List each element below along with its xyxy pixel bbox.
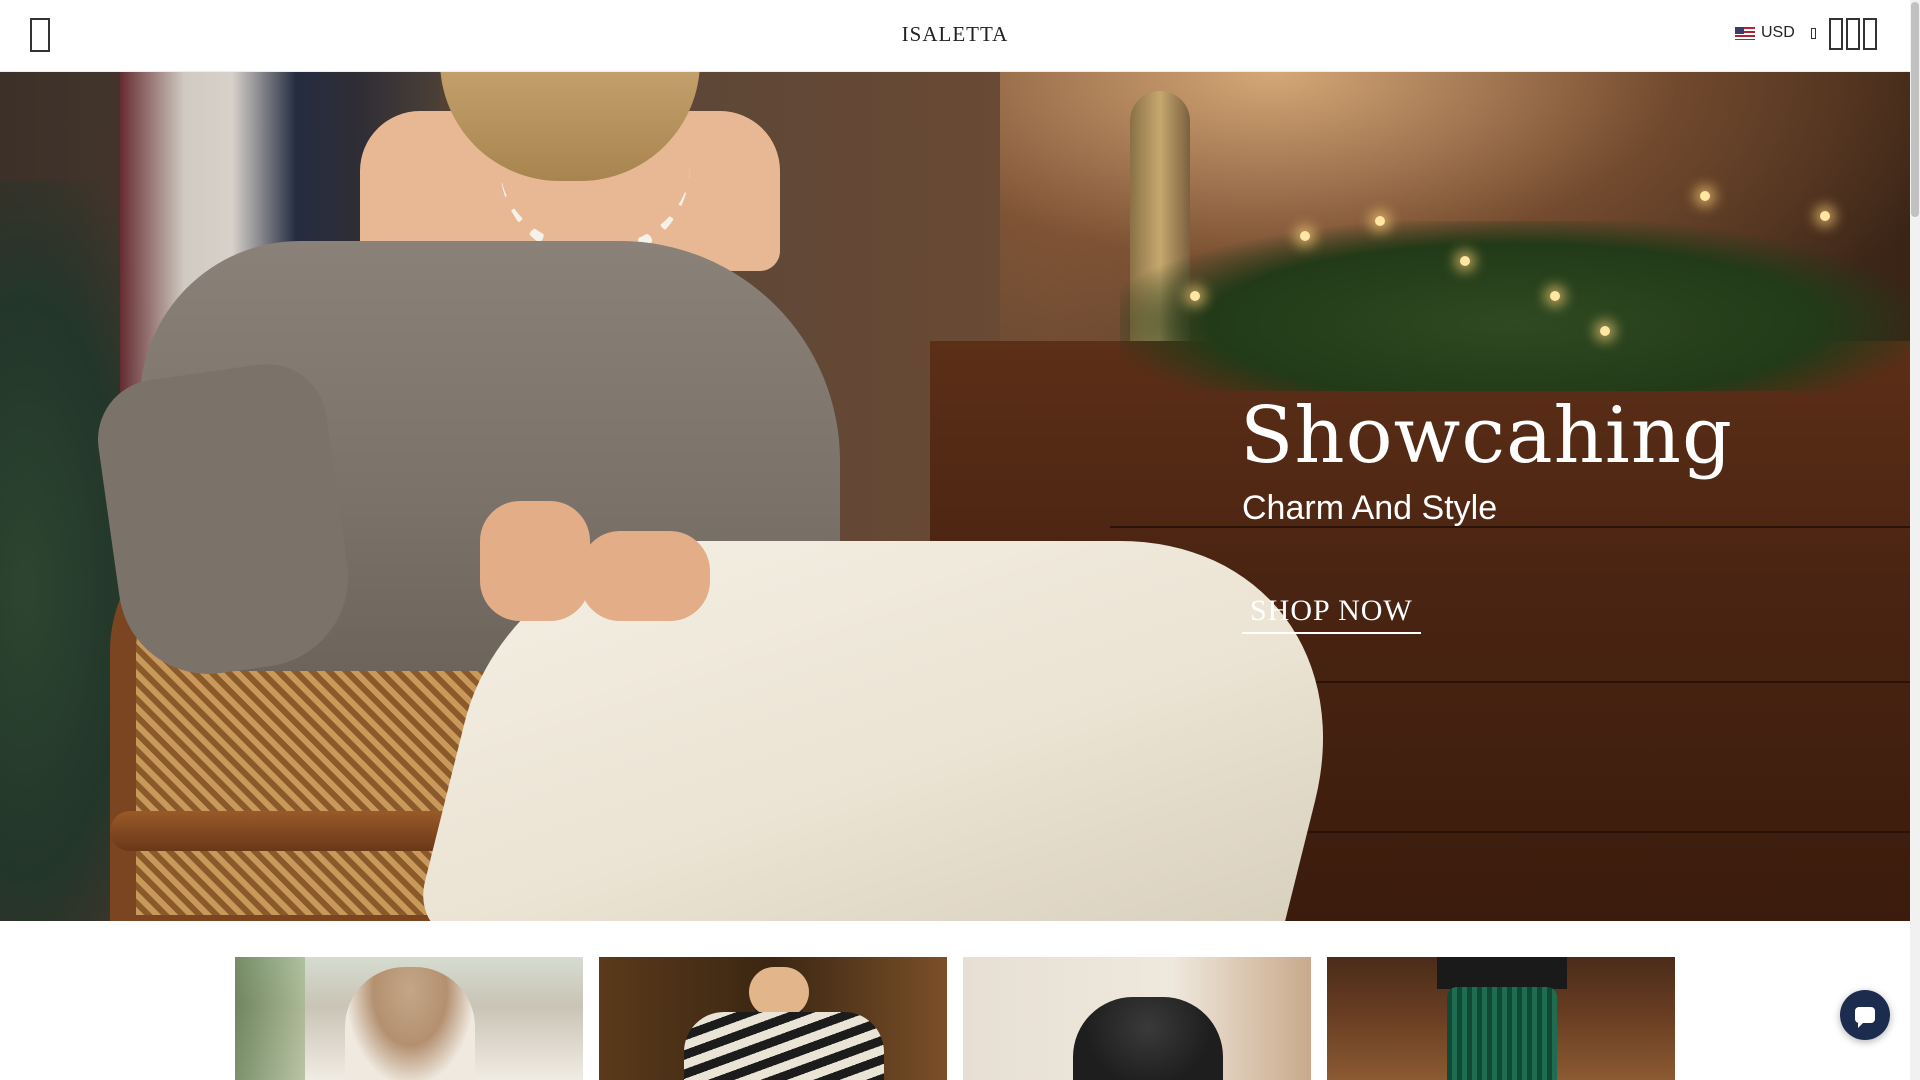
garland-light (1190, 291, 1200, 301)
header-actions (1829, 18, 1877, 50)
hero-title: Showcahing (1240, 391, 1733, 481)
account-icon[interactable] (1846, 18, 1860, 50)
chat-icon (1855, 1007, 1875, 1028)
scrollbar-thumb[interactable] (1911, 2, 1919, 217)
category-tile-image[interactable] (235, 957, 583, 1080)
garland-light (1460, 256, 1470, 266)
category-tile-image[interactable] (1327, 957, 1675, 1080)
dresser-drawer-line (1110, 526, 1910, 528)
currency-code: USD (1761, 24, 1795, 41)
hero-garland-image (1120, 221, 1910, 391)
us-flag-icon (1735, 26, 1755, 40)
cart-icon[interactable] (1863, 18, 1877, 50)
garland-light (1300, 231, 1310, 241)
chevron-down-icon (1810, 27, 1816, 39)
hero-model-hand (480, 501, 590, 621)
search-icon[interactable] (1829, 18, 1843, 50)
shop-now-button[interactable]: SHOP NOW (1242, 594, 1421, 634)
site-logo[interactable]: ISALETTA (0, 22, 1910, 47)
hero-model-hand (580, 531, 710, 621)
garland-light (1820, 211, 1830, 221)
category-tiles (235, 957, 1675, 1080)
hero-subtitle: Charm And Style (1242, 489, 1498, 527)
garland-light (1600, 326, 1610, 336)
category-tile-image[interactable] (963, 957, 1311, 1080)
chat-button[interactable] (1840, 990, 1890, 1040)
hero-banner[interactable]: Showcahing Charm And Style SHOP NOW (0, 71, 1910, 921)
garland-light (1550, 291, 1560, 301)
currency-selector[interactable]: USD (1735, 24, 1816, 42)
site-header: ISALETTA USD (0, 0, 1910, 72)
category-tile-image[interactable] (599, 957, 947, 1080)
garland-light (1700, 191, 1710, 201)
garland-light (1375, 216, 1385, 226)
